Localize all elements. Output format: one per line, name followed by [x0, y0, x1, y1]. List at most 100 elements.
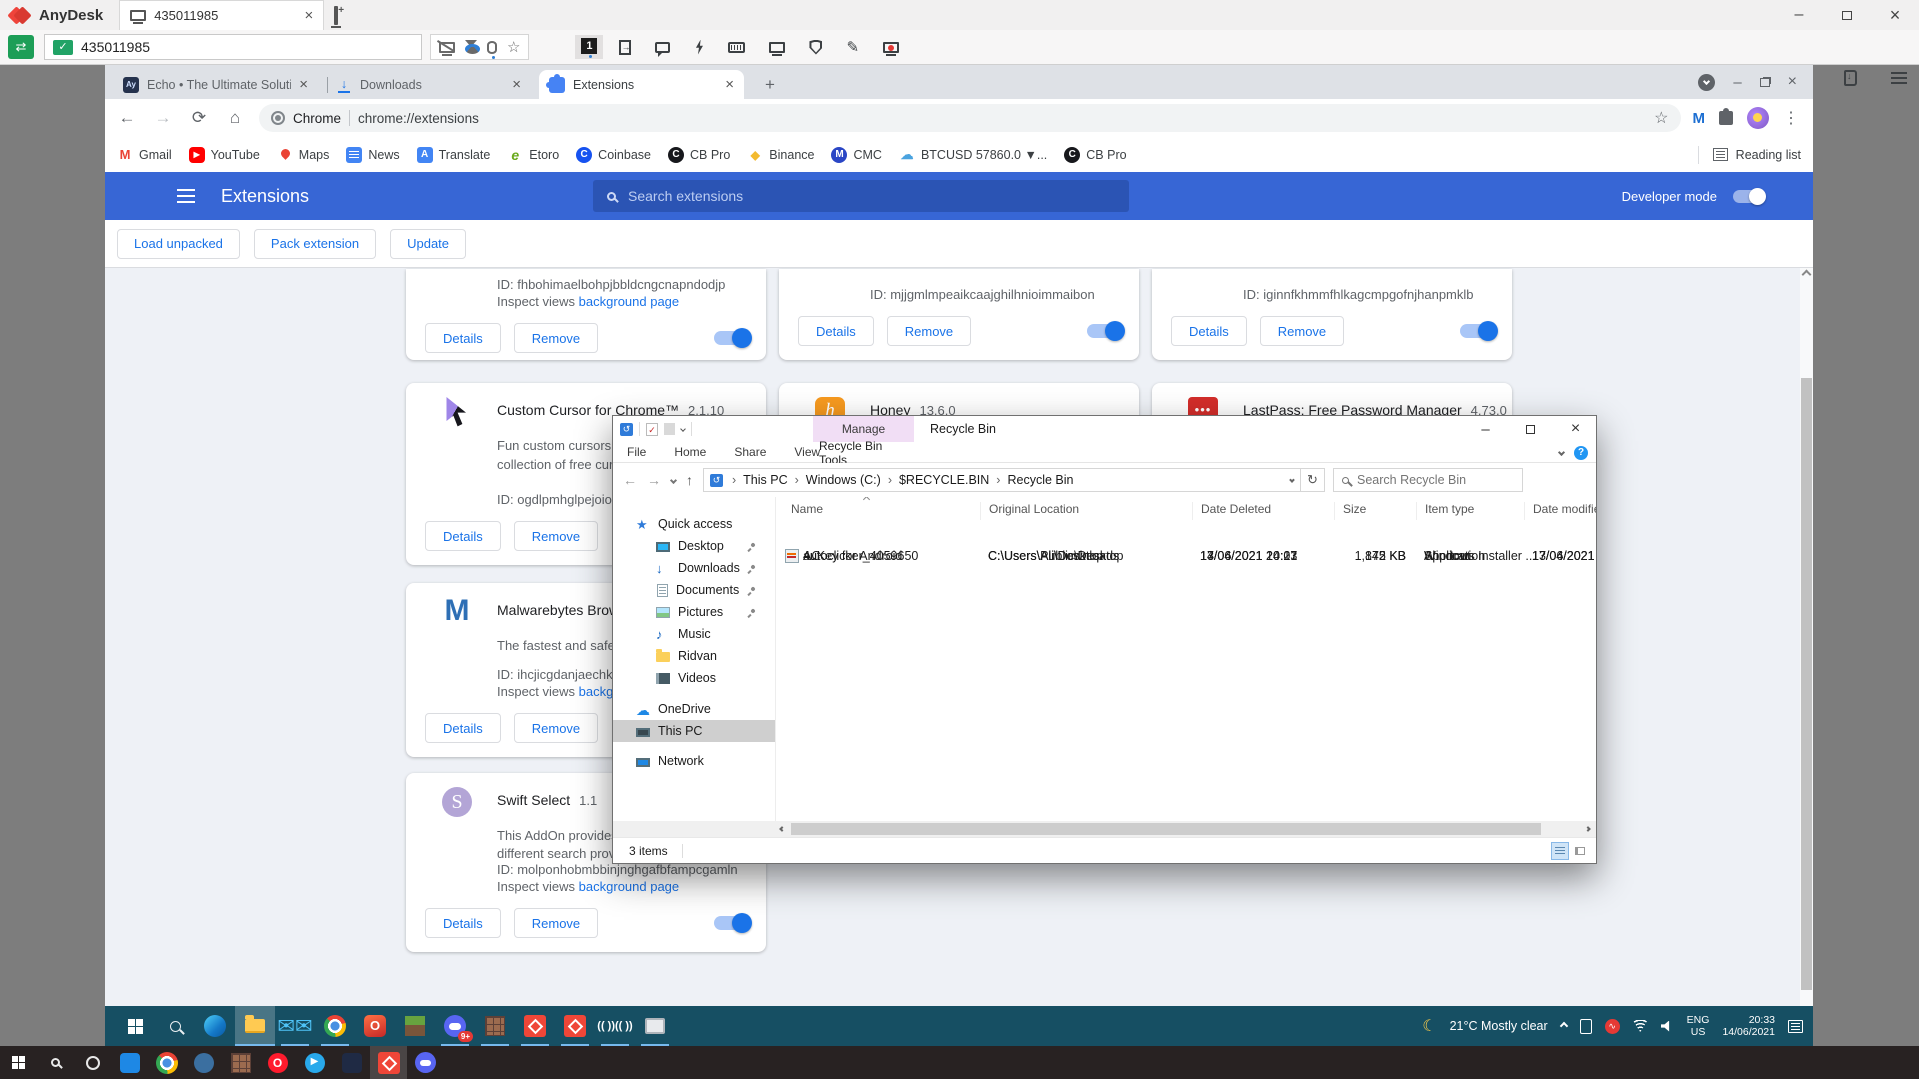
background-page-link[interactable]: background page [579, 294, 679, 309]
details-button[interactable]: Details [425, 713, 501, 743]
reload-button[interactable]: ⟳ [185, 104, 213, 132]
tab-echo[interactable]: Echo • The Ultimate Solution [113, 70, 318, 99]
home-button[interactable]: ⌂ [221, 104, 249, 132]
column-header[interactable]: Date Deleted [1192, 502, 1334, 520]
chrome-minimize-button[interactable] [1733, 74, 1741, 91]
display-monitor-icon[interactable] [769, 42, 785, 53]
new-session-button[interactable]: + [334, 8, 338, 23]
sidebar-quick-access[interactable]: Quick access [613, 513, 775, 535]
remote-taskbar-anydesk-2[interactable] [555, 1006, 595, 1046]
explorer-maximize-button[interactable] [1508, 416, 1553, 442]
phone-link-icon[interactable] [1580, 1019, 1592, 1034]
bookmark-star-icon[interactable] [1654, 108, 1668, 128]
tab-close-icon[interactable] [512, 76, 521, 93]
column-header[interactable]: Date modified [1524, 502, 1596, 520]
remote-taskbar-edge[interactable] [195, 1006, 235, 1046]
reading-list-button[interactable]: Reading list [1698, 137, 1801, 172]
host-taskbar-opera[interactable] [259, 1046, 296, 1079]
sidebar-pictures[interactable]: Pictures [613, 601, 775, 623]
extension-enabled-toggle[interactable] [1087, 324, 1123, 338]
window-maximize-button[interactable] [1823, 0, 1871, 30]
nav-back-icon[interactable]: ← [623, 472, 637, 488]
details-button[interactable]: Details [425, 323, 501, 353]
tab-extensions[interactable]: Extensions [539, 70, 744, 99]
scroll-left-arrow[interactable] [779, 826, 785, 832]
remote-taskbar-office[interactable] [355, 1006, 395, 1046]
hidden-icons-chevron[interactable] [1559, 1022, 1567, 1030]
details-button[interactable]: Details [425, 521, 501, 551]
remove-button[interactable]: Remove [514, 713, 598, 743]
column-header[interactable]: Name [783, 502, 980, 520]
breadcrumb-segment[interactable]: Windows (C:) [788, 473, 881, 487]
extension-enabled-toggle[interactable] [714, 331, 750, 345]
sidebar-music[interactable]: Music [613, 623, 775, 645]
host-taskbar-chrome[interactable] [148, 1046, 185, 1079]
remove-button[interactable]: Remove [514, 908, 598, 938]
page-scrollbar[interactable] [1800, 268, 1813, 1006]
explorer-search-input[interactable] [1357, 473, 1497, 487]
volume-icon[interactable] [1661, 1021, 1674, 1032]
remove-button[interactable]: Remove [1260, 316, 1344, 346]
chrome-menu-icon[interactable] [1783, 108, 1799, 128]
remote-taskbar-minecraft[interactable] [395, 1006, 435, 1046]
bookmark-cmc[interactable]: CMC [831, 147, 881, 163]
extensions-action-button[interactable]: Update [390, 229, 466, 259]
details-button[interactable]: Details [1171, 316, 1247, 346]
tab-search-button[interactable] [1698, 74, 1715, 91]
actions-bolt-icon[interactable] [694, 40, 704, 55]
customize-qat-icon[interactable] [680, 426, 686, 432]
host-taskbar-teamspeak[interactable] [185, 1046, 222, 1079]
remote-weather[interactable]: 21°C Mostly clear [1450, 1019, 1548, 1033]
search-input[interactable] [628, 188, 1028, 204]
bookmark-cbpro-2[interactable]: CB Pro [1064, 147, 1126, 163]
sidebar-downloads[interactable]: Downloads [613, 557, 775, 579]
recycle-bin-tools-tab[interactable]: Recycle Bin Tools [819, 442, 909, 463]
autoclicker_4059650[interactable]: autoclicker_4059650 C:\Users\Ali\Downloa… [776, 543, 1596, 570]
whiteboard-pen-icon[interactable] [846, 38, 859, 56]
clock[interactable]: 20:3314/06/2021 [1722, 1014, 1775, 1038]
bookmark-btcusd[interactable]: BTCUSD 57860.0 ▼... [899, 147, 1047, 163]
breadcrumb[interactable]: This PCWindows (C:)$RECYCLE.BINRecycle B… [703, 468, 1301, 492]
column-header[interactable]: Item type [1416, 502, 1524, 520]
explorer-minimize-button[interactable] [1463, 416, 1508, 442]
window-close-button[interactable] [1871, 0, 1919, 30]
remote-start-button[interactable] [115, 1006, 155, 1046]
host-taskbar-app-ring[interactable] [74, 1046, 111, 1079]
column-header[interactable]: Size [1334, 502, 1416, 520]
background-page-link[interactable]: background page [579, 879, 679, 894]
column-header[interactable]: Original Location [980, 502, 1192, 520]
remote-taskbar-crafting-table[interactable] [475, 1006, 515, 1046]
remote-taskbar-anydesk[interactable] [515, 1006, 555, 1046]
properties-check-icon[interactable] [646, 423, 658, 436]
remote-taskbar-voice-app[interactable] [595, 1006, 635, 1046]
hscrollbar-thumb[interactable] [791, 823, 1541, 835]
remote-taskbar-discord[interactable]: 9+ [435, 1006, 475, 1046]
menu-hamburger-icon[interactable] [177, 195, 195, 197]
wifi-icon[interactable] [1633, 1020, 1648, 1032]
bookmark-binance[interactable]: Binance [747, 147, 814, 163]
permissions-shield-icon[interactable] [809, 40, 822, 55]
details-button[interactable]: Details [798, 316, 874, 346]
profile-avatar[interactable] [1747, 107, 1769, 129]
developer-mode-toggle[interactable] [1733, 190, 1765, 203]
extensions-action-button[interactable]: Pack extension [254, 229, 376, 259]
monitor-tab-button[interactable]: 1 [575, 35, 603, 59]
bookmark-translate[interactable]: Translate [417, 147, 491, 163]
ribbon-tab[interactable]: Home [660, 442, 720, 462]
forward-button[interactable]: → [149, 104, 177, 132]
tab-downloads[interactable]: Downloads [326, 70, 531, 99]
remote-taskbar-mail[interactable] [275, 1006, 315, 1046]
remove-button[interactable]: Remove [887, 316, 971, 346]
bookmark-news[interactable]: News [346, 147, 399, 163]
close-session-icon[interactable] [304, 7, 313, 24]
sidebar-this-pc[interactable]: This PC [613, 720, 775, 742]
scroll-up-arrow[interactable] [1802, 270, 1812, 280]
extension-enabled-toggle[interactable] [714, 916, 750, 930]
language-indicator[interactable]: ENGUS [1687, 1014, 1710, 1038]
anydesk-address-field[interactable]: ✓ [44, 34, 422, 60]
chrome-restore-button[interactable] [1760, 78, 1770, 87]
details-button[interactable]: Details [425, 908, 501, 938]
explorer-search-box[interactable] [1333, 468, 1523, 492]
host-taskbar-app-blue[interactable] [111, 1046, 148, 1079]
scroll-right-arrow[interactable] [1585, 826, 1591, 832]
